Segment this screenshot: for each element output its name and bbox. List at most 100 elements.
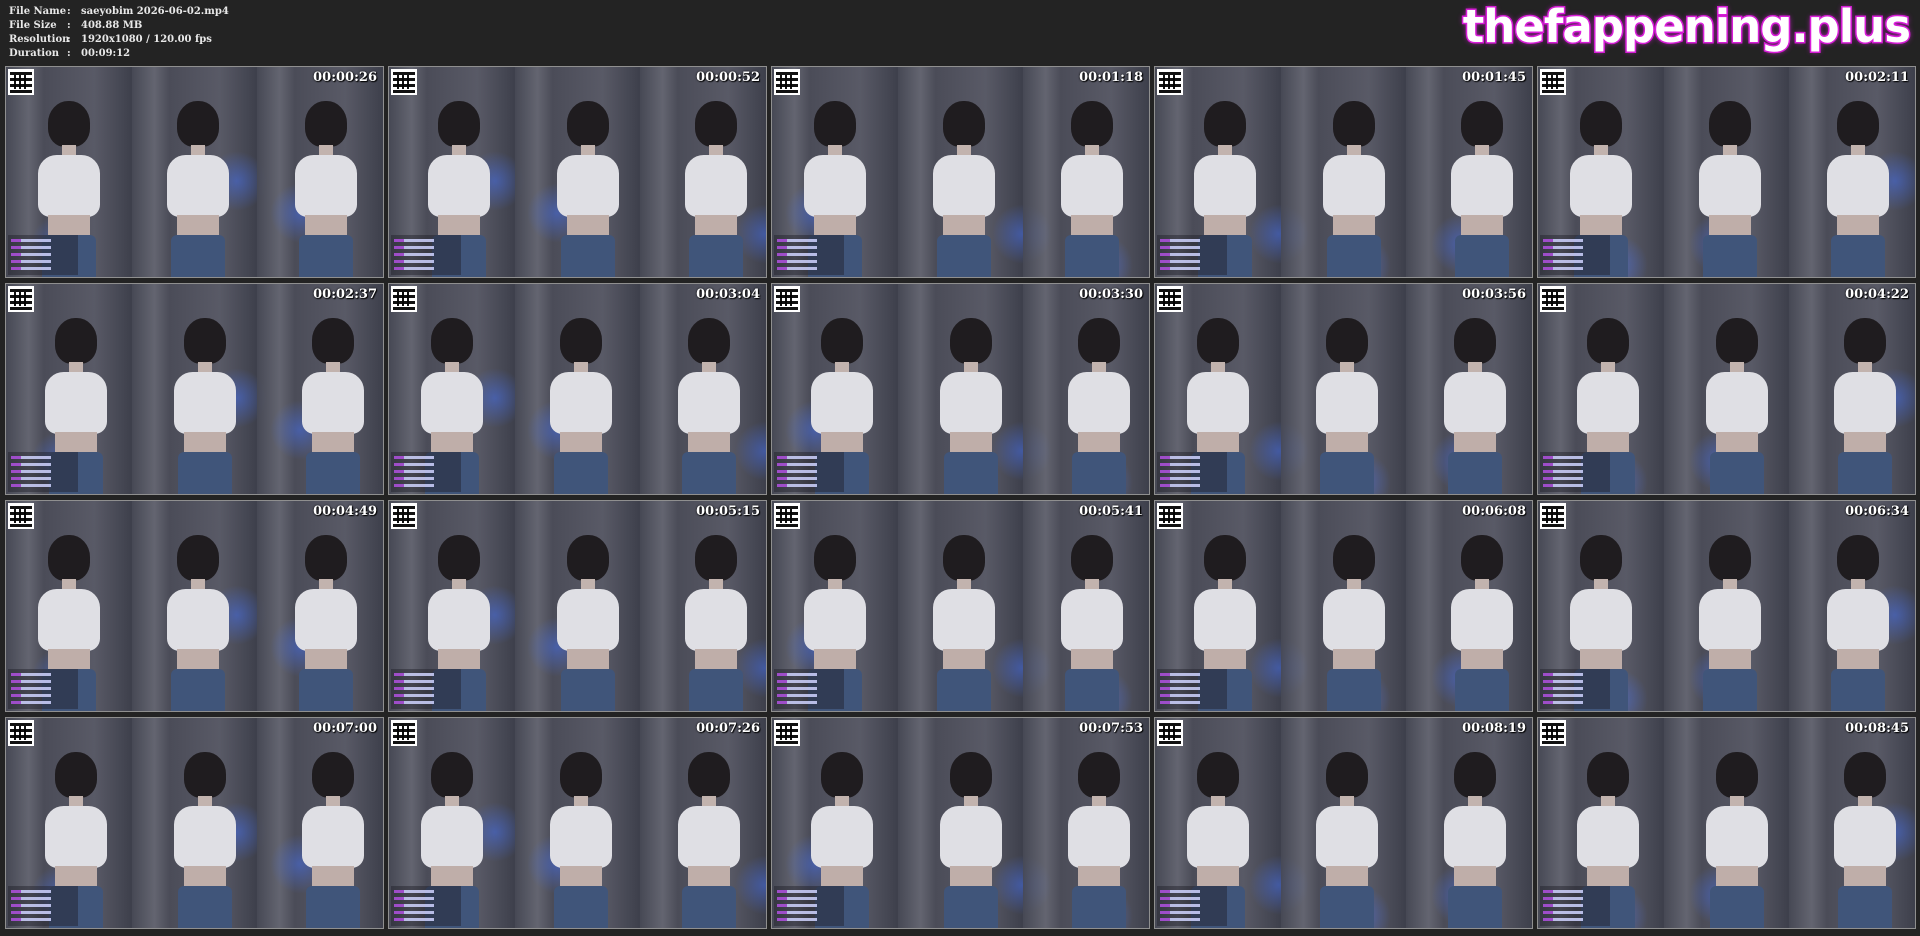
video-thumbnail[interactable]: 00:00:52 <box>388 66 767 278</box>
person-figure <box>665 521 765 711</box>
person-figure <box>1814 738 1914 928</box>
timestamp-label: 00:05:15 <box>696 504 760 519</box>
video-thumbnail[interactable]: 00:07:00 <box>5 717 384 929</box>
qr-code-icon <box>391 286 417 312</box>
frame-panel <box>897 718 1052 928</box>
timestamp-label: 00:01:45 <box>1462 70 1526 85</box>
frame-panel <box>131 284 268 494</box>
separator: : <box>67 34 71 45</box>
video-thumbnail[interactable]: 00:03:30 <box>771 283 1150 495</box>
timestamp-label: 00:08:45 <box>1845 721 1909 736</box>
person-figure <box>913 521 1013 711</box>
person-figure <box>913 87 1013 277</box>
timestamp-label: 00:04:49 <box>313 504 377 519</box>
qr-code-icon <box>1157 503 1183 529</box>
video-thumbnail[interactable]: 00:05:15 <box>388 500 767 712</box>
person-figure <box>920 304 1020 494</box>
timestamp-label: 00:08:19 <box>1462 721 1526 736</box>
chat-overlay <box>1157 669 1227 709</box>
frame-panel <box>897 501 1052 711</box>
video-thumbnail[interactable]: 00:08:19 <box>1154 717 1533 929</box>
video-thumbnail[interactable]: 00:07:53 <box>771 717 1150 929</box>
person-figure <box>530 304 630 494</box>
qr-code-icon <box>1157 69 1183 95</box>
chat-overlay <box>8 886 78 926</box>
frame-panel <box>1023 501 1149 711</box>
video-thumbnail[interactable]: 00:04:49 <box>5 500 384 712</box>
chat-overlay <box>8 452 78 492</box>
qr-code-icon <box>774 720 800 746</box>
separator: : <box>67 20 71 31</box>
frame-panel <box>1789 67 1915 277</box>
video-thumbnail[interactable]: 00:06:08 <box>1154 500 1533 712</box>
video-thumbnail[interactable]: 00:02:11 <box>1537 66 1916 278</box>
person-figure <box>665 87 765 277</box>
person-figure <box>1048 304 1148 494</box>
frame-panel <box>1789 501 1915 711</box>
frame-panel <box>1023 67 1149 277</box>
file-name-label: File Name <box>9 6 67 17</box>
frame-panel <box>1406 67 1532 277</box>
qr-code-icon <box>8 720 34 746</box>
person-figure <box>1814 304 1914 494</box>
timestamp-label: 00:07:00 <box>313 721 377 736</box>
qr-code-icon <box>391 503 417 529</box>
frame-panel <box>1406 284 1532 494</box>
frame-panel <box>1663 718 1790 928</box>
frame-panel <box>1663 501 1790 711</box>
person-figure <box>154 738 254 928</box>
timestamp-label: 00:00:52 <box>696 70 760 85</box>
timestamp-label: 00:05:41 <box>1079 504 1143 519</box>
duration-value: 00:09:12 <box>81 48 131 59</box>
chat-overlay <box>1157 452 1227 492</box>
timestamp-label: 00:07:26 <box>696 721 760 736</box>
video-thumbnail[interactable]: 00:05:41 <box>771 500 1150 712</box>
person-figure <box>1041 87 1141 277</box>
video-thumbnail[interactable]: 00:01:45 <box>1154 66 1533 278</box>
frame-panel <box>1280 67 1407 277</box>
frame-panel <box>1023 284 1149 494</box>
person-figure <box>1807 521 1907 711</box>
qr-code-icon <box>1540 69 1566 95</box>
person-figure <box>147 87 247 277</box>
video-thumbnail[interactable]: 00:06:34 <box>1537 500 1916 712</box>
qr-code-icon <box>8 69 34 95</box>
timestamp-label: 00:06:08 <box>1462 504 1526 519</box>
thumbnail-grid: 00:00:26 00:00:52 00:01:18 00:01:45 00:02:11… <box>5 66 1916 929</box>
video-thumbnail[interactable]: 00:08:45 <box>1537 717 1916 929</box>
frame-panel <box>1406 718 1532 928</box>
frame-panel <box>257 284 383 494</box>
video-thumbnail[interactable]: 00:03:56 <box>1154 283 1533 495</box>
timestamp-label: 00:06:34 <box>1845 504 1909 519</box>
file-name-row: File Name : saeyobim 2026-06-02.mp4 <box>9 5 229 19</box>
chat-overlay <box>774 235 844 275</box>
video-thumbnail[interactable]: 00:04:22 <box>1537 283 1916 495</box>
video-thumbnail[interactable]: 00:02:37 <box>5 283 384 495</box>
video-thumbnail[interactable]: 00:03:04 <box>388 283 767 495</box>
timestamp-label: 00:03:30 <box>1079 287 1143 302</box>
video-thumbnail[interactable]: 00:07:26 <box>388 717 767 929</box>
frame-panel <box>1789 284 1915 494</box>
video-thumbnail[interactable]: 00:00:26 <box>5 66 384 278</box>
timestamp-label: 00:03:04 <box>696 287 760 302</box>
chat-overlay <box>1540 452 1610 492</box>
qr-code-icon <box>1157 286 1183 312</box>
person-figure <box>282 738 382 928</box>
frame-panel <box>514 284 641 494</box>
video-thumbnail[interactable]: 00:01:18 <box>771 66 1150 278</box>
qr-code-icon <box>391 69 417 95</box>
timestamp-label: 00:02:37 <box>313 287 377 302</box>
frame-panel <box>257 67 383 277</box>
file-size-row: File Size : 408.88 MB <box>9 19 229 33</box>
qr-code-icon <box>1540 503 1566 529</box>
qr-code-icon <box>774 286 800 312</box>
person-figure <box>530 738 630 928</box>
timestamp-label: 00:02:11 <box>1845 70 1909 85</box>
person-figure <box>282 304 382 494</box>
qr-code-icon <box>774 69 800 95</box>
person-figure <box>1296 304 1396 494</box>
frame-panel <box>1023 718 1149 928</box>
person-figure <box>147 521 247 711</box>
chat-overlay <box>1540 235 1610 275</box>
person-figure <box>1424 304 1524 494</box>
